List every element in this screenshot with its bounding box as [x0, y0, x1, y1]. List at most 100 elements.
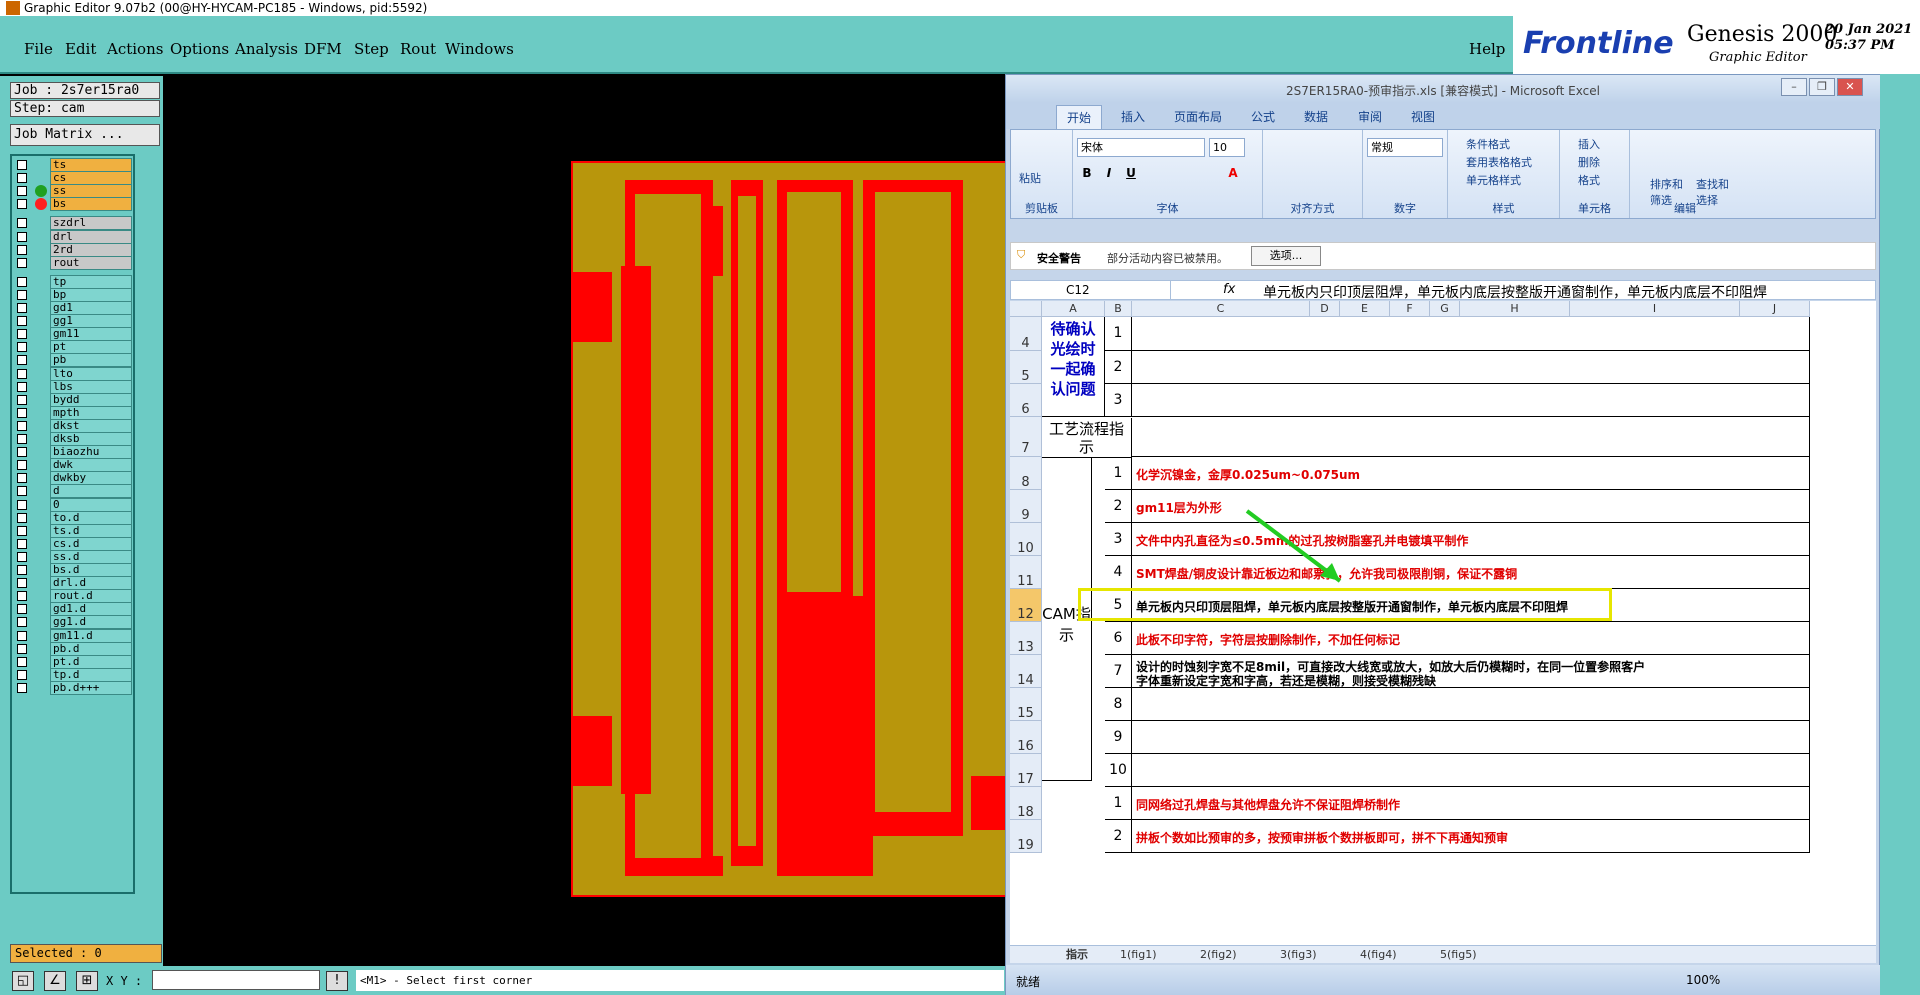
job-matrix-button[interactable]: Job Matrix ...	[10, 124, 160, 146]
insert-cells-button[interactable]: 插入	[1578, 136, 1600, 152]
layer-checkbox[interactable]	[17, 231, 27, 242]
cell-style-button[interactable]: 单元格样式	[1466, 172, 1521, 188]
layer-row[interactable]: biaozhu	[12, 445, 133, 460]
layer-row[interactable]: bs.d	[12, 563, 133, 577]
layer-row[interactable]: lto	[12, 366, 133, 381]
layer-checkbox[interactable]	[17, 355, 27, 366]
layer-row[interactable]: tp.d	[12, 667, 133, 682]
layer-row[interactable]: ss	[12, 184, 133, 199]
tab-formulas[interactable]: 公式	[1251, 108, 1275, 125]
table-format-button[interactable]: 套用表格格式	[1466, 154, 1532, 170]
sheet-tab-active[interactable]: 指示	[1066, 947, 1088, 963]
layer-row[interactable]: tp	[12, 274, 133, 289]
italic-icon[interactable]: I	[1099, 164, 1119, 182]
layer-checkbox[interactable]	[17, 173, 27, 184]
layer-row[interactable]: bp	[12, 287, 133, 302]
layer-checkbox[interactable]	[17, 499, 27, 510]
conditional-format-button[interactable]: 条件格式	[1466, 136, 1510, 152]
security-options-button[interactable]: 选项...	[1251, 246, 1321, 266]
layer-row[interactable]: cs	[12, 171, 133, 186]
tab-page-layout[interactable]: 页面布局	[1174, 108, 1222, 125]
layer-row[interactable]: gg1	[12, 314, 133, 329]
layer-row[interactable]: gm11.d	[12, 628, 133, 643]
layer-row[interactable]: drl.d	[12, 576, 133, 591]
layer-row[interactable]: pt	[12, 340, 133, 355]
menu-step[interactable]: Step	[354, 40, 389, 58]
menu-rout[interactable]: Rout	[400, 40, 436, 58]
layer-row[interactable]: gm11	[12, 327, 133, 342]
menu-options[interactable]: Options	[170, 40, 229, 58]
layer-checkbox[interactable]	[17, 643, 27, 654]
layer-row[interactable]: gd1.d	[12, 602, 133, 617]
layer-row[interactable]: pt.d	[12, 654, 133, 669]
tab-home[interactable]: 开始	[1056, 105, 1103, 129]
menu-windows[interactable]: Windows	[445, 40, 514, 58]
spreadsheet-grid[interactable]: ABCDEFGHIJ 4 1 5 2 6 3 7 8 1 化学沉镍金，金厚0.025um~0.07…	[1010, 301, 1876, 961]
menu-dfm[interactable]: DFM	[304, 40, 342, 58]
layer-checkbox[interactable]	[17, 420, 27, 431]
layer-row[interactable]: ts.d	[12, 523, 133, 538]
delete-cells-button[interactable]: 删除	[1578, 154, 1600, 170]
sheet-tab[interactable]: 3(fig3)	[1280, 947, 1317, 963]
layer-checkbox[interactable]	[17, 186, 27, 197]
menu-help[interactable]: Help	[1469, 40, 1505, 58]
layer-checkbox[interactable]	[17, 512, 27, 523]
layer-row[interactable]: to.d	[12, 510, 133, 525]
layer-checkbox[interactable]	[17, 591, 27, 602]
grid-icon[interactable]: ⊞	[76, 971, 98, 991]
layer-checkbox[interactable]	[17, 617, 27, 628]
menu-analysis[interactable]: Analysis	[235, 40, 298, 58]
layer-checkbox[interactable]	[17, 630, 27, 641]
font-size-box[interactable]: 10	[1209, 138, 1245, 157]
layer-row[interactable]: gg1.d	[12, 615, 133, 630]
layer-row[interactable]: pb	[12, 353, 133, 368]
layer-checkbox[interactable]	[17, 473, 27, 484]
measure-icon[interactable]: ∠	[44, 971, 66, 991]
layer-checkbox[interactable]	[17, 289, 27, 300]
layer-row[interactable]: lbs	[12, 379, 133, 394]
layer-checkbox[interactable]	[17, 460, 27, 471]
menu-actions[interactable]: Actions	[107, 40, 163, 58]
name-box[interactable]: C12	[1011, 281, 1171, 299]
layer-checkbox[interactable]	[17, 368, 27, 379]
layer-checkbox[interactable]	[17, 447, 27, 458]
menu-file[interactable]: File	[24, 40, 53, 58]
layer-row[interactable]: d	[12, 484, 133, 499]
layer-checkbox[interactable]	[17, 486, 27, 497]
graphic-canvas[interactable]	[163, 76, 1005, 966]
layer-row[interactable]: dwkby	[12, 471, 133, 486]
layer-row[interactable]: pb.d	[12, 641, 133, 656]
font-color-icon[interactable]: A	[1223, 164, 1243, 182]
bold-icon[interactable]: B	[1077, 164, 1097, 182]
layer-row[interactable]: szdrl	[12, 216, 133, 231]
layer-checkbox[interactable]	[17, 342, 27, 353]
layer-row[interactable]: bs	[12, 197, 133, 212]
layer-checkbox[interactable]	[17, 303, 27, 313]
layer-checkbox[interactable]	[17, 199, 27, 210]
layer-row[interactable]: 2rd	[12, 242, 133, 257]
number-format-box[interactable]: 常规	[1367, 138, 1443, 157]
layer-row[interactable]: dksb	[12, 432, 133, 446]
layer-row[interactable]: pb.d+++	[12, 680, 133, 695]
restore-icon[interactable]: ❐	[1809, 78, 1835, 96]
underline-icon[interactable]: U	[1121, 164, 1141, 182]
fx-icon[interactable]: fx	[1223, 282, 1235, 297]
sheet-tab[interactable]: 2(fig2)	[1200, 947, 1237, 963]
tab-view[interactable]: 视图	[1411, 108, 1435, 125]
minimize-icon[interactable]: –	[1781, 78, 1807, 96]
xy-input[interactable]	[152, 970, 320, 990]
layer-checkbox[interactable]	[17, 329, 27, 340]
layer-checkbox[interactable]	[17, 407, 27, 418]
menu-edit[interactable]: Edit	[65, 40, 96, 58]
paste-button[interactable]: 粘贴	[1019, 170, 1041, 186]
format-cells-button[interactable]: 格式	[1578, 172, 1600, 188]
layer-row[interactable]: ts	[12, 158, 133, 172]
layer-checkbox[interactable]	[17, 525, 27, 536]
tab-data[interactable]: 数据	[1304, 108, 1328, 125]
layer-row[interactable]: mpth	[12, 405, 133, 420]
layer-row[interactable]: cs.d	[12, 536, 133, 551]
layer-checkbox[interactable]	[17, 578, 27, 589]
zoom-fit-icon[interactable]: ◱	[12, 971, 34, 991]
zoom-level[interactable]: 100%	[1686, 973, 1720, 987]
layer-checkbox[interactable]	[17, 538, 27, 549]
